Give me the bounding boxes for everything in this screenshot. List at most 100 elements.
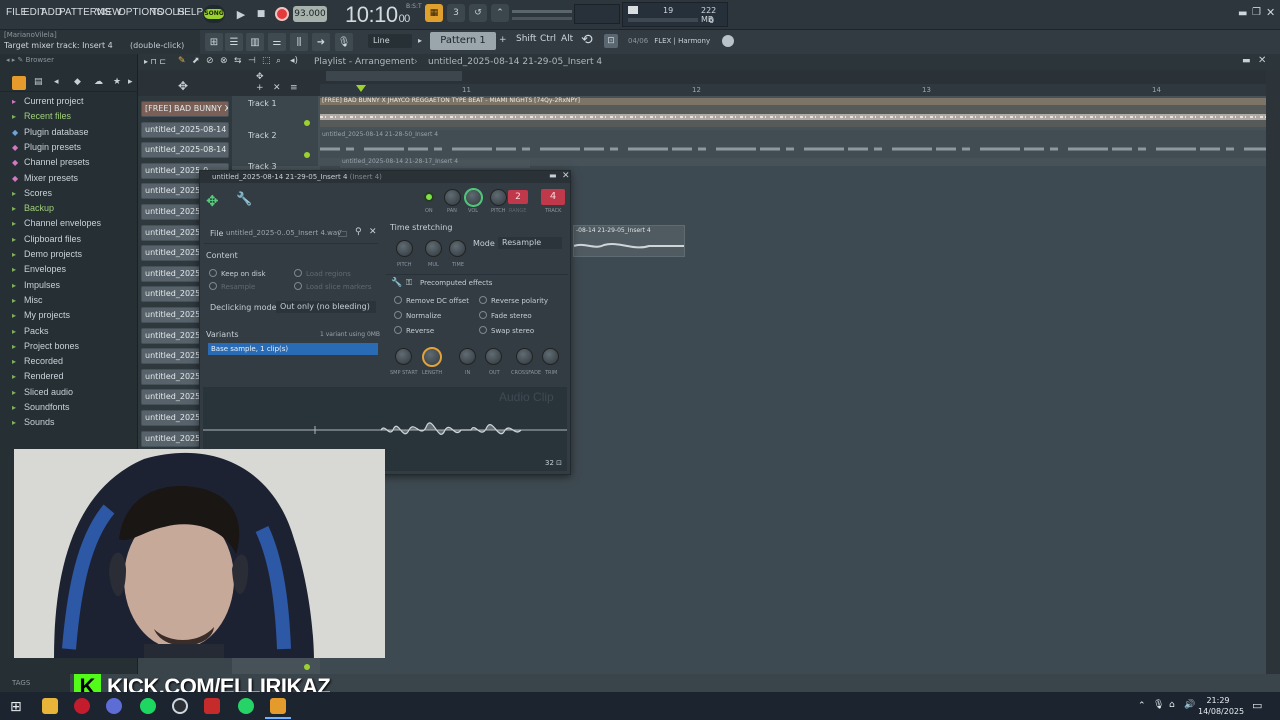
out-knob[interactable] [485,348,502,365]
browser-item[interactable]: ▸ Sounds [12,417,55,427]
song-mode-toggle[interactable]: SONG [203,5,225,23]
windows-start-icon[interactable]: ⊞ [10,699,22,715]
snap-icon[interactable]: ⊞ [205,33,223,51]
maximize-icon[interactable]: ❐ [1252,7,1261,18]
pan-icon[interactable]: ✥ [178,79,188,93]
stop-button[interactable]: ■ [250,4,272,24]
variant-item[interactable]: Base sample, 1 clip(s) [208,343,378,355]
vertical-scrollbar[interactable] [1266,70,1280,674]
spotify-icon[interactable] [140,698,156,714]
fl-studio-icon[interactable] [270,698,286,714]
track-1-led[interactable] [304,120,310,126]
alt-button[interactable]: Alt [561,34,573,44]
back-icon[interactable]: ◂ [54,77,59,87]
precomputed-wrench-icon[interactable]: 🔧 [391,278,402,288]
fade-stereo-option[interactable]: Fade stereo [479,311,532,320]
browser-arrows-icon[interactable]: ◂ ▸ ✎ [6,56,26,64]
add-pattern-icon[interactable]: + [499,35,507,45]
locate-icon[interactable]: ⚲ [355,227,362,237]
swap-stereo-option[interactable]: Swap stereo [479,326,534,335]
close-icon[interactable]: ✕ [1266,6,1275,19]
mixer-icon[interactable]: ⫼ [290,33,308,51]
playback-icon[interactable]: ◂) [290,56,298,66]
notifications-icon[interactable]: ▭ [1252,699,1262,712]
browser-item[interactable]: ▸ Channel envelopes [12,218,101,228]
browser-item[interactable]: ▸ Rendered [12,371,64,381]
browser-item[interactable]: ▸ My projects [12,310,70,320]
browser-item[interactable]: ▸ Demo projects [12,249,82,259]
stretch-time-knob[interactable] [449,240,466,257]
tray-arrow-icon[interactable]: ⌃ [1138,701,1146,711]
playlist-minimize-icon[interactable]: ▬ [1242,56,1251,66]
microphone-icon[interactable]: 🎙 [335,33,353,51]
reverse-option[interactable]: Reverse [394,326,434,335]
mic-tray-icon[interactable]: 🎙 [1153,700,1164,710]
network-icon[interactable]: ⌂ [1169,700,1175,710]
pencil-icon[interactable]: ✎ [178,56,186,66]
browser-item[interactable]: ▸ Sliced audio [12,387,73,397]
cloud-icon[interactable]: ☁ [94,77,103,87]
more-icon[interactable]: ▸ [128,77,133,87]
track-value[interactable]: 4 [541,189,565,205]
waveform-tab-icon[interactable]: ✥ [206,192,219,210]
browser-item[interactable]: ▸ Soundfonts [12,402,70,412]
minimize-icon[interactable]: ▬ [1238,8,1247,19]
track-2-clip[interactable]: untitled_2025-08-14 21-28-50_Insert 4 [320,130,1266,158]
ctrl-button[interactable]: Ctrl [540,34,556,44]
folder-icon[interactable]: 🗀 [338,227,347,243]
normalize-option[interactable]: Normalize [394,311,441,320]
pattern-selector[interactable]: Pattern 1 [430,32,496,50]
playhead-marker-icon[interactable] [356,85,366,92]
on-led[interactable] [424,192,434,202]
browser-item[interactable]: ▸ Clipboard files [12,234,81,244]
opera-icon[interactable] [74,698,90,714]
browser-item[interactable]: ▸ Current project [12,96,84,106]
snap-small-icon[interactable]: ✥ [256,72,264,82]
browser-item[interactable]: ▸ Project bones [12,341,79,351]
browser-item[interactable]: ◆ Plugin presets [12,142,81,152]
dialog-minimize-icon[interactable]: ▬ [549,171,557,180]
horizontal-scrollbar[interactable] [326,71,462,81]
channel-rack-icon[interactable]: ⚌ [268,33,286,51]
mode-select[interactable]: Resample [498,237,562,249]
reverse-polarity-option[interactable]: Reverse polarity [479,296,548,305]
plugin-picker-icon[interactable]: ➜ [312,33,330,51]
keep-on-disk-option[interactable]: Keep on disk [209,269,266,278]
master-volume-slider[interactable] [512,10,572,13]
snap-select[interactable]: Line [368,34,412,48]
delete-icon[interactable]: ⊘ [206,56,214,66]
add-track-icon[interactable]: + [256,83,264,93]
stretch-pitch-knob[interactable] [396,240,413,257]
file-name[interactable]: untitled_2025-0..05_Insert 4.wav [226,229,341,237]
whatsapp-icon[interactable] [238,698,254,714]
slip-icon[interactable]: ⇆ [234,56,242,66]
typing-keyboard-icon[interactable]: ▦ [425,4,443,22]
dialog-close-icon[interactable]: ✕ [562,171,570,181]
obs-icon[interactable] [172,698,188,714]
track-led-bottom[interactable] [304,664,310,670]
tags-bar[interactable]: TAGS [0,674,70,692]
pitch-knob[interactable] [490,189,507,206]
browser-item[interactable]: ▸ Impulses [12,280,60,290]
remove-dc-offset-option[interactable]: Remove DC offset [394,296,469,305]
range-value[interactable]: 2 [508,190,528,204]
browser-item[interactable]: ◆ Plugin database [12,127,89,137]
tracks-icon[interactable]: ≡ [290,83,298,93]
zoom-value[interactable]: 32 ⊡ [545,459,562,467]
track-1-name[interactable]: Track 1 [248,99,277,108]
sample-start-knob[interactable] [395,348,412,365]
slice-icon[interactable]: ⊣ [248,56,256,66]
browser-item[interactable]: ▸ Recorded [12,356,63,366]
plug-filter-icon[interactable]: ◆ [74,77,81,87]
load-slice-markers-option[interactable]: Load slice markers [294,282,372,291]
browser-item[interactable]: ▸ Recent files [12,111,71,121]
browser-item[interactable]: ▸ Envelopes [12,264,66,274]
cpu-monitor[interactable]: 19 222 MB 0 [622,2,728,27]
system-clock[interactable]: 21:29 14/08/2025 [1198,695,1244,717]
star-icon[interactable]: ★ [113,77,121,87]
lock-icon[interactable]: ⚿ [406,278,412,288]
trim-knob[interactable] [542,348,559,365]
load-regions-option[interactable]: Load regions [294,269,351,278]
resample-option[interactable]: Resample [209,282,255,291]
browser-item[interactable]: ▸ Packs [12,326,49,336]
